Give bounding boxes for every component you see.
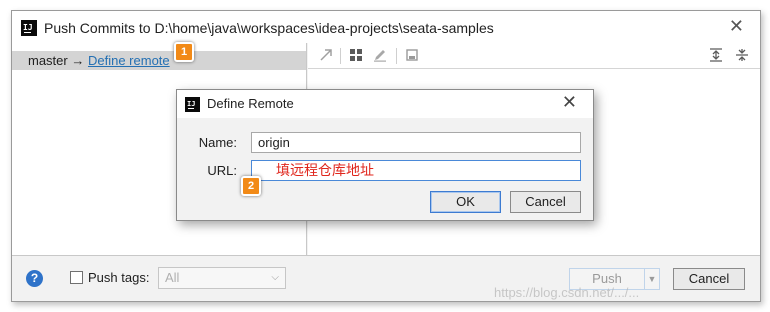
toolbar-separator xyxy=(340,48,341,64)
dialog-cancel-button[interactable]: Cancel xyxy=(510,191,581,213)
close-icon[interactable]: ✕ xyxy=(562,92,577,113)
dialog-title: Define Remote xyxy=(207,96,294,111)
window-title: Push Commits to D:\home\java\workspaces\… xyxy=(44,20,494,36)
save-icon[interactable] xyxy=(404,48,420,64)
intellij-app-icon: IJ xyxy=(21,20,37,36)
ok-button[interactable]: OK xyxy=(430,191,501,213)
push-tags-label: Push tags: xyxy=(88,270,150,285)
url-field[interactable]: 填远程仓库地址 xyxy=(251,160,581,181)
expand-all-icon[interactable] xyxy=(708,48,724,64)
step-badge-1: 1 xyxy=(174,42,194,62)
name-label: Name: xyxy=(198,135,237,150)
name-field[interactable]: origin xyxy=(251,132,581,153)
branch-arrow: → xyxy=(71,53,85,68)
tags-select-value: All xyxy=(165,270,180,285)
push-options-chevron-icon[interactable]: ▼ xyxy=(644,268,660,290)
branch-row[interactable]: master → Define remote xyxy=(12,51,306,70)
arrow-move-icon[interactable] xyxy=(318,48,334,64)
tags-select[interactable]: All ⌵ xyxy=(158,267,286,289)
toolbar-separator xyxy=(396,48,397,64)
collapse-all-icon[interactable] xyxy=(734,48,750,64)
grid-icon[interactable] xyxy=(348,48,364,64)
changes-toolbar xyxy=(308,43,760,69)
edit-pencil-icon[interactable] xyxy=(372,48,388,64)
step-badge-2: 2 xyxy=(241,176,261,196)
push-tags-checkbox[interactable] xyxy=(70,271,83,284)
bottom-bar: ? Push tags: All ⌵ Push ▼ Cancel https:/… xyxy=(12,255,760,301)
url-label: URL: xyxy=(207,163,237,178)
chevron-down-icon: ⌵ xyxy=(271,272,279,283)
dialog-titlebar: IJ Define Remote ✕ xyxy=(177,90,593,118)
close-icon[interactable]: ✕ xyxy=(729,16,744,37)
url-field-value: 填远程仓库地址 xyxy=(276,162,374,178)
branch-name: master xyxy=(28,53,68,68)
watermark-text: https://blog.csdn.net/.../... xyxy=(494,285,640,300)
define-remote-dialog: IJ Define Remote ✕ Name: origin URL: 填远程… xyxy=(176,89,594,221)
window-titlebar: IJ Push Commits to D:\home\java\workspac… xyxy=(12,11,760,43)
cancel-button[interactable]: Cancel xyxy=(673,268,745,290)
help-icon[interactable]: ? xyxy=(26,270,43,287)
intellij-app-icon: IJ xyxy=(185,97,200,112)
define-remote-link[interactable]: Define remote xyxy=(88,53,170,68)
